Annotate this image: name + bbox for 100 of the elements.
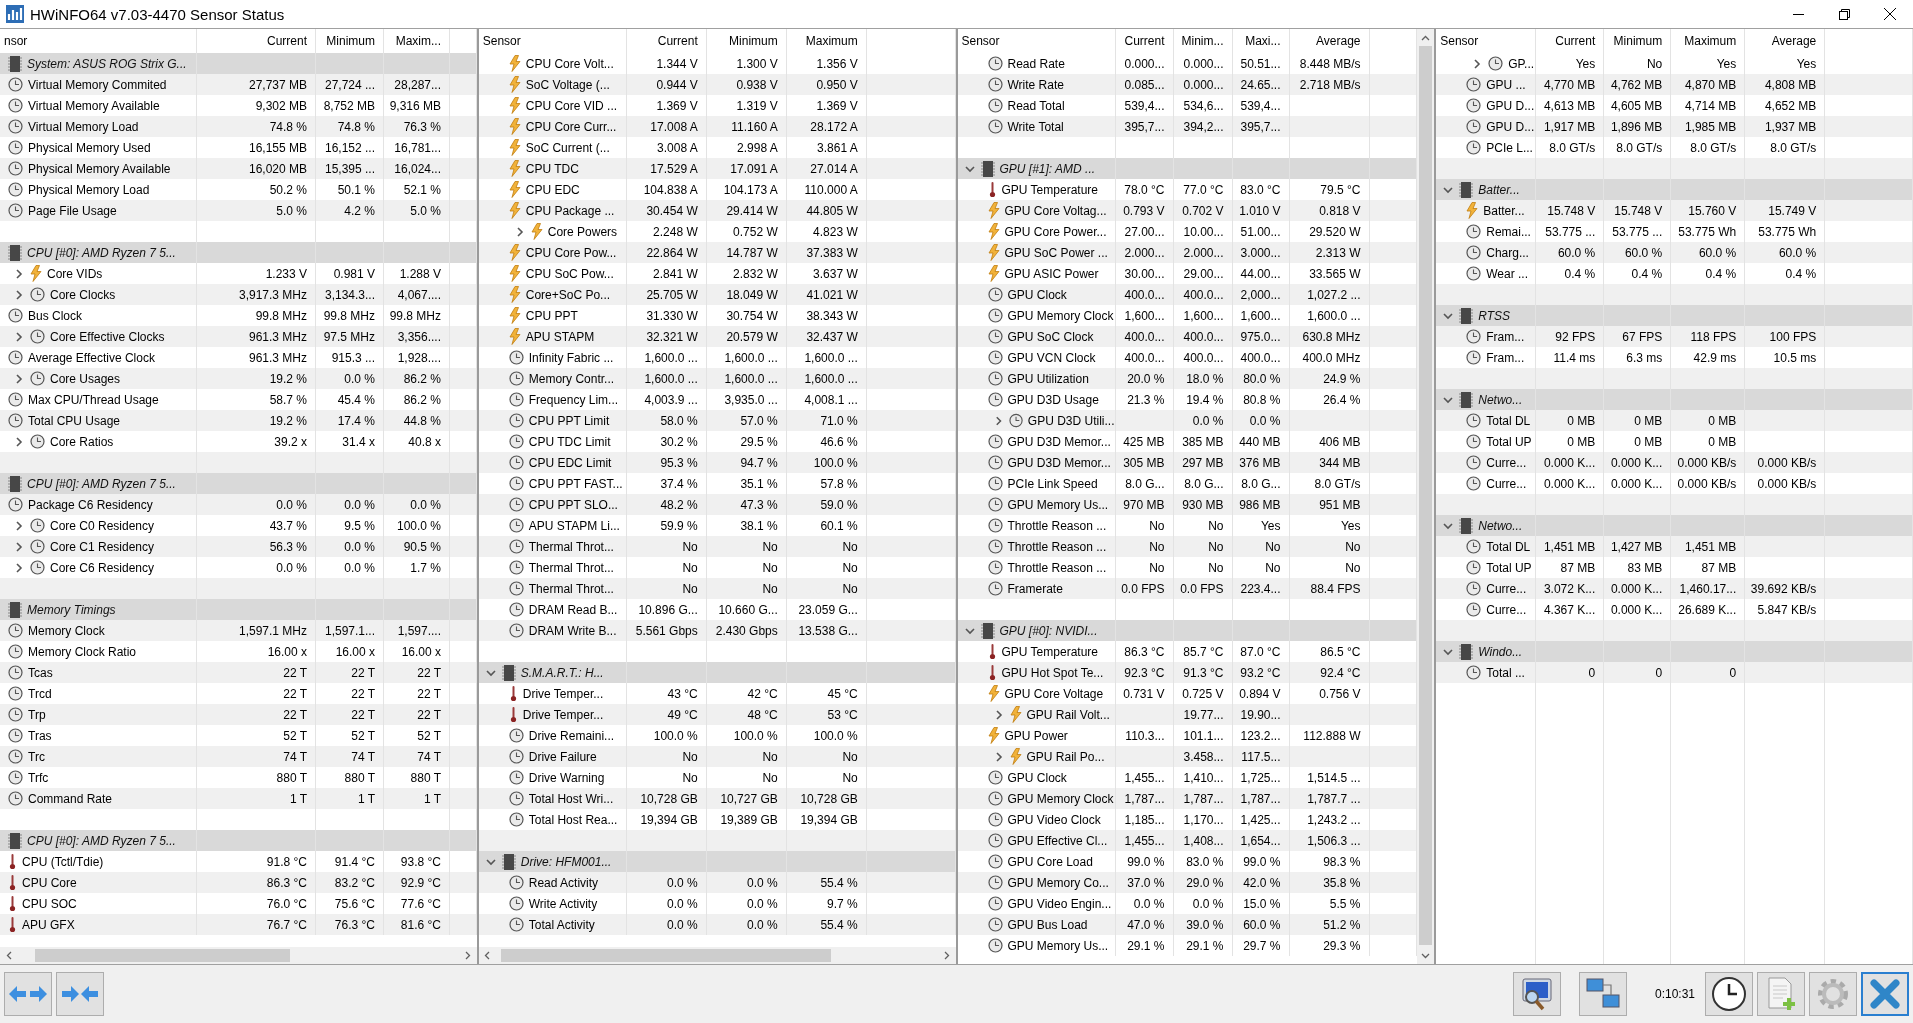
- sensor-row[interactable]: Trc 74 T 74 T 74 T: [0, 746, 477, 767]
- chevron-left-icon[interactable]: [484, 951, 491, 960]
- chevron-right-icon[interactable]: [944, 951, 950, 960]
- sensor-row[interactable]: GPU D3D Utili... 0.0 % 0.0 %: [957, 410, 1418, 431]
- scrollbar-thumb[interactable]: [35, 949, 290, 962]
- chevron-down-icon[interactable]: [1421, 952, 1431, 959]
- sensor-row[interactable]: Write Total 395,7... 394,2... 395,7...: [957, 116, 1418, 137]
- sensor-row[interactable]: Read Activity 0.0 % 0.0 % 55.4 %: [478, 872, 956, 893]
- sensor-row[interactable]: GPU Effective Cl... 1,455... 1,408... 1,654... 1,506.3 ...: [957, 830, 1418, 851]
- sensor-row[interactable]: APU GFX 76.7 °C 76.3 °C 81.6 °C: [0, 914, 477, 935]
- chevron-right-icon[interactable]: [465, 951, 472, 960]
- sensor-row[interactable]: DRAM Write B... 5.561 Gbps 2.430 Gbps 13.538 G...: [478, 620, 956, 641]
- sensor-row[interactable]: GPU Memory Us... 970 MB 930 MB 986 MB 951 MB: [957, 494, 1418, 515]
- sensor-row[interactable]: Write Rate 0.085... 0.000... 24.65... 2.718 MB/s: [957, 74, 1418, 95]
- sensor-row[interactable]: Core Clocks 3,917.3 MHz 3,134.3... 4,067....: [0, 284, 477, 305]
- sensor-row[interactable]: CPU PPT Limit 58.0 % 57.0 % 71.0 %: [478, 410, 956, 431]
- sensor-row[interactable]: Curre... 0.000 K... 0.000 K... 0.000 KB/s 0.000 KB/s: [1436, 452, 1913, 473]
- sensor-row[interactable]: Total CPU Usage 19.2 % 17.4 % 44.8 %: [0, 410, 477, 431]
- collapse-all-button[interactable]: [56, 972, 104, 1016]
- sensor-row[interactable]: GPU Clock 400.0... 400.0... 2,000... 1,027.2 ...: [957, 284, 1418, 305]
- sensor-row[interactable]: Package C6 Residency 0.0 % 0.0 % 0.0 %: [0, 494, 477, 515]
- sensor-row[interactable]: GPU ... 4,770 MB 4,762 MB 4,870 MB 4,808 MB: [1436, 74, 1913, 95]
- sensor-row[interactable]: Thermal Throt... No No No: [478, 578, 956, 599]
- group-header-row[interactable]: Netwo...: [1436, 389, 1913, 410]
- scrollbar-thumb[interactable]: [1419, 46, 1433, 945]
- sensor-row[interactable]: Drive Temper... 49 °C 48 °C 53 °C: [478, 704, 956, 725]
- group-header-row[interactable]: Batter...: [1436, 179, 1913, 200]
- chevron-left-icon[interactable]: [5, 951, 12, 960]
- sensor-row[interactable]: Core Usages 19.2 % 0.0 % 86.2 %: [0, 368, 477, 389]
- sensor-row[interactable]: GPU Rail Volt... 19.77... 19.90...: [957, 704, 1418, 725]
- sensor-row[interactable]: Throttle Reason ... No No No No: [957, 536, 1418, 557]
- sensor-row[interactable]: GPU Hot Spot Te... 92.3 °C 91.3 °C 93.2 °C 92.4 °C: [957, 662, 1418, 683]
- group-header-row[interactable]: CPU [#0]: AMD Ryzen 7 5...: [0, 473, 477, 494]
- sensor-row[interactable]: Core+SoC Po... 25.705 W 18.049 W 41.021 W: [478, 284, 956, 305]
- sensor-row[interactable]: Total ... 0 0 0: [1436, 662, 1913, 683]
- sensor-row[interactable]: Curre... 3.072 K... 0.000 K... 1,460.17... 39.692 KB/s: [1436, 578, 1913, 599]
- chevron-right-icon[interactable]: [13, 519, 25, 532]
- sensor-row[interactable]: Command Rate 1 T 1 T 1 T: [0, 788, 477, 809]
- sensor-row[interactable]: GPU Memory Clock 1,787... 1,787... 1,787... 1,787.7 ...: [957, 788, 1418, 809]
- sensor-row[interactable]: Memory Clock 1,597.1 MHz 1,597.1... 1,597....: [0, 620, 477, 641]
- group-header-row[interactable]: System: ASUS ROG Strix G...: [0, 53, 477, 74]
- sensor-row[interactable]: Core C1 Residency 56.3 % 0.0 % 90.5 %: [0, 536, 477, 557]
- sensor-row[interactable]: GPU Utilization 20.0 % 18.0 % 80.0 % 24.9 %: [957, 368, 1418, 389]
- chevron-right-icon[interactable]: [13, 267, 25, 280]
- sensor-row[interactable]: Thermal Throt... No No No: [478, 536, 956, 557]
- sensor-row[interactable]: GPU D3D Memor... 305 MB 297 MB 376 MB 344 MB: [957, 452, 1418, 473]
- sensor-row[interactable]: GPU Rail Po... 3.458... 117.5...: [957, 746, 1418, 767]
- vertical-scrollbar[interactable]: [1417, 29, 1435, 964]
- sensor-row[interactable]: CPU EDC Limit 95.3 % 94.7 % 100.0 %: [478, 452, 956, 473]
- sensor-row[interactable]: Core Effective Clocks 961.3 MHz 97.5 MHz 3,356....: [0, 326, 477, 347]
- group-header-row[interactable]: Netwo...: [1436, 515, 1913, 536]
- sensor-row[interactable]: Total Activity 0.0 % 0.0 % 55.4 %: [478, 914, 956, 935]
- sensor-row[interactable]: Total Host Wri... 10,728 GB 10,727 GB 10,728 GB: [478, 788, 956, 809]
- sensor-row[interactable]: Physical Memory Available 16,020 MB 15,395 ... 16,024...: [0, 158, 477, 179]
- sensor-row[interactable]: Tcas 22 T 22 T 22 T: [0, 662, 477, 683]
- group-header-row[interactable]: GPU [#1]: AMD ...: [957, 158, 1418, 179]
- sensor-row[interactable]: CPU Core Curr... 17.008 A 11.160 A 28.172 A: [478, 116, 956, 137]
- close-button[interactable]: [1861, 972, 1909, 1016]
- sensor-row[interactable]: GPU D... 1,917 MB 1,896 MB 1,985 MB 1,937 MB: [1436, 116, 1913, 137]
- horizontal-scrollbar[interactable]: [0, 947, 477, 964]
- sensor-row[interactable]: Total DL 0 MB 0 MB 0 MB: [1436, 410, 1913, 431]
- sensor-row[interactable]: Framerate 0.0 FPS 0.0 FPS 223.4... 88.4 FPS: [957, 578, 1418, 599]
- sensor-row[interactable]: Trp 22 T 22 T 22 T: [0, 704, 477, 725]
- sensor-row[interactable]: GPU Memory Co... 37.0 % 29.0 % 42.0 % 35.8 %: [957, 872, 1418, 893]
- sensor-row[interactable]: GPU Bus Load 47.0 % 39.0 % 60.0 % 51.2 %: [957, 914, 1418, 935]
- sensor-row[interactable]: GPU Core Voltag... 0.793 V 0.702 V 1.010 V 0.818 V: [957, 200, 1418, 221]
- group-header-row[interactable]: RTSS: [1436, 305, 1913, 326]
- sensor-row[interactable]: CPU TDC 17.529 A 17.091 A 27.014 A: [478, 158, 956, 179]
- sensor-row[interactable]: Total DL 1,451 MB 1,427 MB 1,451 MB: [1436, 536, 1913, 557]
- sensor-row[interactable]: CPU Core 86.3 °C 83.2 °C 92.9 °C: [0, 872, 477, 893]
- sensor-row[interactable]: Memory Contr... 1,600.0 ... 1,600.0 ... 1,600.0 ...: [478, 368, 956, 389]
- chevron-right-icon[interactable]: [13, 561, 25, 574]
- group-header-row[interactable]: S.M.A.R.T.: H...: [478, 662, 956, 683]
- sensor-row[interactable]: Charg... 60.0 % 60.0 % 60.0 % 60.0 %: [1436, 242, 1913, 263]
- sensor-row[interactable]: Fram... 92 FPS 67 FPS 118 FPS 100 FPS: [1436, 326, 1913, 347]
- clock-button[interactable]: [1705, 972, 1753, 1016]
- sensor-row[interactable]: APU STAPM 32.321 W 20.579 W 32.437 W: [478, 326, 956, 347]
- chevron-right-icon[interactable]: [13, 372, 25, 385]
- sensor-row[interactable]: CPU PPT SLO... 48.2 % 47.3 % 59.0 %: [478, 494, 956, 515]
- expand-all-button[interactable]: [4, 972, 52, 1016]
- sensor-row[interactable]: Batter... 15.748 V 15.748 V 15.760 V 15.749 V: [1436, 200, 1913, 221]
- group-header-row[interactable]: Drive: HFM001...: [478, 851, 956, 872]
- group-header-row[interactable]: CPU [#0]: AMD Ryzen 7 5...: [0, 242, 477, 263]
- network-button[interactable]: [1578, 972, 1627, 1016]
- sensor-row[interactable]: CPU Core Pow... 22.864 W 14.787 W 37.383 W: [478, 242, 956, 263]
- sensor-row[interactable]: GPU SoC Power ... 2.000... 2.000... 3.000... 2.313 W: [957, 242, 1418, 263]
- horizontal-scrollbar[interactable]: [478, 947, 956, 964]
- sensor-row[interactable]: Page File Usage 5.0 % 4.2 % 5.0 %: [0, 200, 477, 221]
- group-header-row[interactable]: CPU [#0]: AMD Ryzen 7 5...: [0, 830, 477, 851]
- scrollbar-thumb[interactable]: [500, 949, 831, 962]
- sensor-row[interactable]: Virtual Memory Load 74.8 % 74.8 % 76.3 %: [0, 116, 477, 137]
- group-header-row[interactable]: Windo...: [1436, 641, 1913, 662]
- chevron-right-icon[interactable]: [13, 288, 25, 301]
- sensor-row[interactable]: Virtual Memory Commited 27,737 MB 27,724 ... 28,287...: [0, 74, 477, 95]
- sensor-row[interactable]: Drive Failure No No No: [478, 746, 956, 767]
- sensor-row[interactable]: CPU Package ... 30.454 W 29.414 W 44.805 W: [478, 200, 956, 221]
- monitor-button[interactable]: [1512, 972, 1561, 1016]
- chevron-right-icon[interactable]: [13, 540, 25, 553]
- group-header-row[interactable]: GPU [#0]: NVIDI...: [957, 620, 1418, 641]
- chevron-right-icon[interactable]: [13, 330, 25, 343]
